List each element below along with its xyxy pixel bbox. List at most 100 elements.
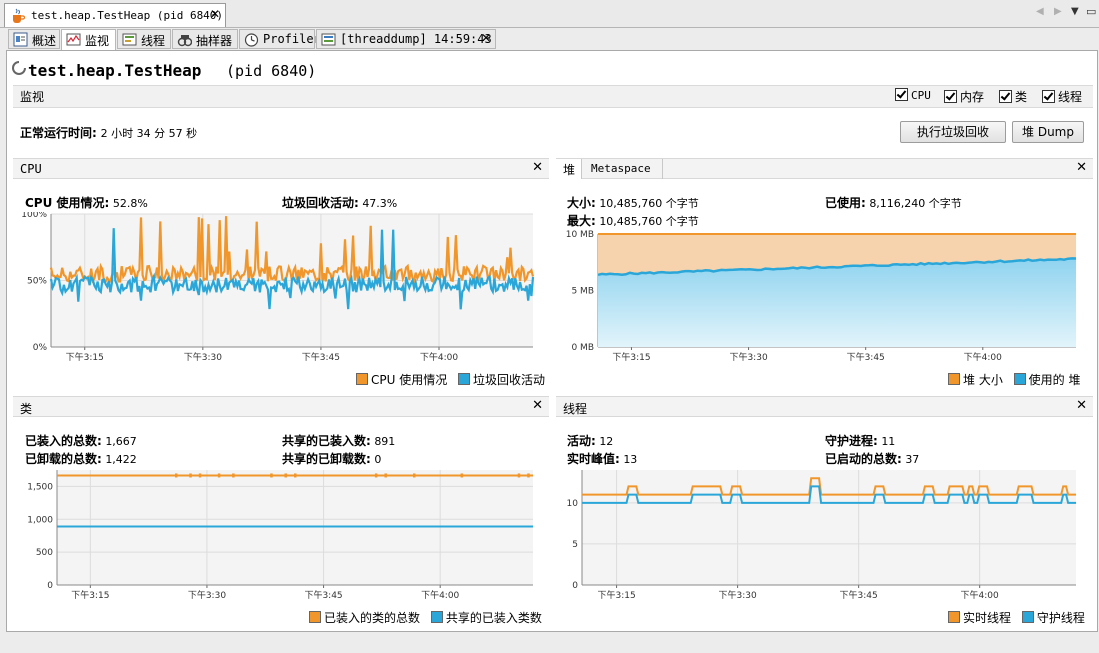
close-threaddump-icon[interactable]: ✕	[481, 31, 491, 45]
classes-unloaded-label: 已卸载的总数:	[25, 452, 102, 466]
profiler-icon	[244, 33, 259, 47]
restore-window-icon[interactable]: ▭	[1086, 5, 1096, 18]
cpu-usage-legend-label: CPU 使用情况	[371, 373, 448, 387]
checkbox-classes-box[interactable]	[999, 90, 1012, 103]
cpu-chart-x-tick-label: 下午3:30	[184, 351, 222, 362]
close-heap-panel-icon[interactable]: ✕	[1076, 160, 1087, 175]
classes-loaded-marker	[413, 473, 416, 478]
checkbox-cpu[interactable]: CPU	[895, 88, 931, 102]
threads-live-stat: 活动: 12	[567, 432, 613, 449]
heap-chart-y-tick-label: 5 MB	[571, 287, 594, 297]
tab-monitor[interactable]: 监视	[61, 29, 116, 50]
shared-loaded-legend-swatch	[430, 611, 443, 623]
cpu-chart: 100% 50% 0% 下午3:15 下午3:30 下午3:45 下午4:00	[21, 212, 535, 362]
checkbox-threads-box[interactable]	[1042, 90, 1055, 103]
heap-dump-button[interactable]: 堆 Dump	[1012, 121, 1084, 143]
close-classes-panel-icon[interactable]: ✕	[532, 398, 543, 413]
heap-max-stat: 最大: 10,485,760 个字节	[567, 212, 699, 229]
classes-loaded-legend-label: 已装入的类的总数	[324, 611, 421, 625]
overview-icon	[13, 32, 28, 47]
close-cpu-panel-icon[interactable]: ✕	[532, 160, 543, 175]
tab-threads[interactable]: 线程	[117, 29, 171, 49]
tab-overview-label: 概述	[32, 34, 57, 48]
threads-peak-label: 实时峰值:	[567, 452, 620, 466]
classes-chart-y-tick-label: 1,000	[27, 515, 53, 525]
threads-peak-value: 13	[623, 453, 638, 466]
classes-loaded-marker	[198, 473, 202, 478]
java-cup-icon	[13, 8, 25, 23]
scroll-left-icon[interactable]: ◀	[1036, 6, 1044, 17]
classes-loaded-value: 1,667	[105, 435, 137, 448]
tab-threads-label: 线程	[141, 34, 166, 48]
threads-started-label: 已启动的总数:	[825, 452, 902, 466]
classes-loaded-marker	[175, 473, 178, 478]
heap-size-legend-swatch	[948, 373, 960, 385]
close-tab-icon[interactable]: ✕	[210, 7, 220, 21]
cpu-legend: CPU 使用情况 垃圾回收活动	[356, 371, 545, 388]
cpu-usage-label: CPU 使用情况:	[25, 196, 110, 210]
scroll-right-icon[interactable]: ▶	[1054, 6, 1062, 17]
threads-daemon-label: 守护进程:	[825, 434, 878, 448]
classes-chart-y-tick-label: 500	[36, 548, 53, 558]
classes-chart-x-tick-label: 下午3:45	[304, 589, 342, 601]
document-tab-title: test.heap.TestHeap (pid 6840)	[31, 9, 224, 22]
perform-gc-button[interactable]: 执行垃圾回收	[900, 121, 1006, 143]
classes-legend: 已装入的类的总数 共享的已装入类数	[309, 609, 542, 626]
classes-loaded-stat: 已装入的总数: 1,667	[25, 432, 137, 449]
document-tab[interactable]: test.heap.TestHeap (pid 6840) ✕	[4, 3, 226, 27]
threads-panel-header: 线程 ✕	[556, 396, 1093, 417]
tab-profiler[interactable]: Profiler	[239, 29, 321, 49]
uptime-label: 正常运行时间:	[20, 126, 97, 140]
threads-chart-y-tick-label: 5	[572, 540, 578, 550]
heap-max-label: 最大:	[567, 214, 596, 228]
threads-panel-title: 线程	[563, 402, 588, 416]
heap-used-value: 8,116,240 个字节	[869, 197, 962, 210]
gc-activity-legend-label: 垃圾回收活动	[473, 373, 546, 387]
checkbox-threads[interactable]: 线程	[1042, 88, 1082, 105]
checkbox-memory-box[interactable]	[944, 90, 957, 103]
threads-daemon-stat: 守护进程: 11	[825, 432, 895, 449]
heap-used-legend-swatch	[1013, 373, 1026, 385]
close-threads-panel-icon[interactable]: ✕	[1076, 398, 1087, 413]
classes-loaded-marker	[294, 473, 297, 478]
classes-loaded-marker	[374, 473, 378, 478]
cpu-panel-header: CPU ✕	[13, 158, 549, 179]
cpu-chart-y-tick-label: 50%	[27, 277, 47, 287]
checkbox-cpu-box[interactable]	[895, 88, 908, 101]
gc-activity-stat: 垃圾回收活动: 47.3%	[282, 194, 397, 211]
threads-chart-x-tick-label: 下午3:30	[719, 589, 757, 601]
threads-daemon-value: 11	[881, 435, 896, 448]
threads-started-stat: 已启动的总数: 37	[825, 450, 919, 467]
checkbox-classes[interactable]: 类	[999, 88, 1027, 105]
heap-chart-y-tick-label: 0 MB	[571, 343, 594, 353]
threads-chart-x-tick-label: 下午3:15	[597, 589, 635, 601]
threads-live-legend-label: 实时线程	[963, 611, 1012, 625]
heap-size-value: 10,485,760 个字节	[599, 197, 699, 210]
cpu-usage-value: 52.8%	[112, 197, 148, 210]
cpu-chart-y-tick-label: 0%	[33, 343, 48, 353]
tab-threaddump[interactable]: [threaddump] 14:59:43 ✕	[316, 29, 496, 49]
tab-sampler-label: 抽样器	[196, 34, 233, 48]
shared-loaded-label: 共享的已装入数:	[282, 434, 371, 448]
heap-used-legend-label: 使用的 堆	[1028, 373, 1081, 387]
classes-panel-title: 类	[20, 402, 33, 416]
heap-chart-x-tick-label: 下午3:30	[729, 351, 767, 363]
threads-icon	[122, 33, 137, 46]
threads-live-legend-swatch	[948, 611, 960, 623]
heap-legend: 堆 大小 使用的 堆	[948, 371, 1080, 388]
classes-chart-x-tick-label: 下午3:30	[188, 589, 226, 601]
heap-chart: 10 MB 5 MB 0 MB 下午3:15 下午3:30 下午3:45 下午4:00	[566, 230, 1077, 363]
cpu-chart-y-tick-label: 100%	[21, 212, 47, 220]
page-title: test.heap.TestHeap	[28, 61, 202, 80]
uptime: 正常运行时间: 2 小时 34 分 57 秒	[20, 124, 197, 141]
tab-menu-icon[interactable]: ▼	[1071, 6, 1079, 17]
sampler-icon	[177, 35, 192, 47]
tab-overview[interactable]: 概述	[8, 29, 60, 49]
tab-heap[interactable]: 堆	[556, 159, 582, 179]
tab-sampler[interactable]: 抽样器	[172, 29, 238, 49]
tab-metaspace[interactable]: Metaspace	[583, 159, 663, 179]
threads-daemon-legend-swatch	[1021, 611, 1034, 623]
tab-profiler-label: Profiler	[263, 32, 321, 46]
checkbox-memory[interactable]: 内存	[944, 88, 984, 105]
heap-chart-x-tick-label: 下午3:45	[847, 351, 885, 363]
